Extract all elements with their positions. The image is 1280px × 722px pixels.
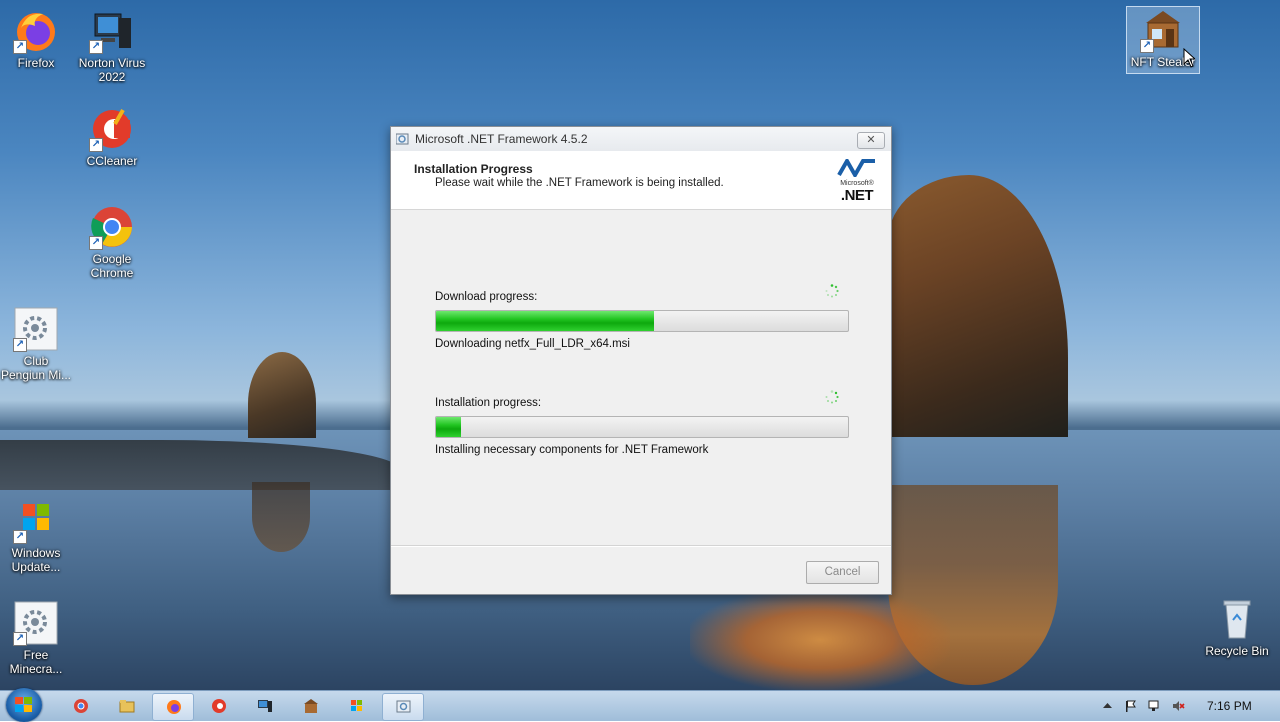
header-subtitle: Please wait while the .NET Framework is …	[435, 177, 724, 189]
taskbar-dotnet-installer[interactable]	[382, 693, 424, 721]
computer-icon: ↗	[89, 8, 135, 54]
desktop-icon-label: Free Minecra...	[9, 648, 63, 676]
shop-icon: ↗	[1140, 7, 1186, 53]
taskbar-ccleaner[interactable]	[198, 693, 238, 719]
computer-icon	[258, 700, 272, 712]
title-bar[interactable]: Microsoft .NET Framework 4.5.2 ✕	[391, 127, 891, 152]
download-progress-bar	[435, 310, 849, 332]
desktop-icon-chrome[interactable]: ↗ Google Chrome	[76, 204, 148, 280]
folder-icon	[119, 700, 135, 713]
show-hidden-icons-icon[interactable]	[1101, 700, 1114, 712]
setup-gear-icon: ↗	[13, 306, 59, 352]
setup-gear-icon: ↗	[13, 600, 59, 646]
installation-progress-fill	[436, 417, 461, 437]
desktop-icon-recycle-bin[interactable]: Recycle Bin	[1201, 596, 1273, 658]
dialog-header: Installation Progress Please wait while …	[391, 151, 891, 210]
shop-icon	[304, 699, 318, 713]
dialog-title: Microsoft .NET Framework 4.5.2	[415, 132, 588, 146]
taskbar-explorer[interactable]	[106, 693, 146, 719]
close-icon: ✕	[866, 134, 876, 146]
desktop-icon-ccleaner[interactable]: ↗ CCleaner	[76, 106, 148, 168]
firefox-icon	[167, 700, 181, 714]
firefox-icon: ↗	[13, 8, 59, 54]
sea-stack-rock	[888, 175, 1068, 437]
dotnet-logo: Microsoft® .NET	[835, 156, 879, 204]
ccleaner-icon	[212, 699, 226, 713]
desktop-icon-firefox[interactable]: ↗ Firefox	[0, 8, 72, 70]
installation-status-text: Installing necessary components for .NET…	[435, 444, 709, 456]
download-status-text: Downloading netfx_Full_LDR_x64.msi	[435, 338, 630, 350]
download-progress-fill	[436, 311, 655, 331]
desktop-icon-norton[interactable]: ↗ Norton Virus 2022	[76, 8, 148, 84]
desktop-icon-label: Norton Virus 2022	[78, 56, 146, 84]
small-rock-reflection	[252, 482, 310, 552]
shortcut-arrow-icon: ↗	[13, 632, 27, 646]
shortcut-arrow-icon: ↗	[89, 236, 103, 250]
taskbar-chrome[interactable]	[60, 693, 100, 719]
small-rock	[248, 352, 316, 438]
desktop-icon-club-pengiun[interactable]: ↗ Club Pengiun Mi...	[0, 306, 72, 382]
cancel-button[interactable]: Cancel	[806, 561, 879, 584]
shortcut-arrow-icon: ↗	[89, 40, 103, 54]
desktop-icon-label: Windows Update...	[11, 546, 61, 574]
taskbar-norton[interactable]	[244, 693, 284, 719]
shortcut-arrow-icon: ↗	[89, 138, 103, 152]
shortcut-arrow-icon: ↗	[13, 40, 27, 54]
desktop-icon-label: Club Pengiun Mi...	[0, 354, 72, 382]
desktop: ↗ Firefox ↗ Norton Virus 2022 ↗ CCleaner…	[0, 0, 1280, 690]
installer-dialog: Microsoft .NET Framework 4.5.2 ✕ Install…	[390, 126, 892, 595]
dotnet-wave-icon	[837, 156, 875, 180]
start-button[interactable]	[6, 688, 42, 722]
taskbar-firefox[interactable]	[152, 693, 194, 721]
header-title: Installation Progress	[414, 162, 533, 176]
windows-logo-icon	[15, 697, 32, 712]
close-button[interactable]: ✕	[857, 132, 885, 149]
recycle-bin-icon	[1214, 596, 1260, 642]
download-progress-label: Download progress:	[435, 291, 538, 303]
network-icon[interactable]	[1148, 700, 1161, 712]
installation-progress-bar	[435, 416, 849, 438]
action-center-flag-icon[interactable]	[1124, 700, 1137, 712]
shortcut-arrow-icon: ↗	[13, 338, 27, 352]
installer-app-icon	[396, 700, 411, 713]
installer-app-icon	[396, 133, 409, 145]
desktop-icon-label: Google Chrome	[90, 252, 134, 280]
shortcut-arrow-icon: ↗	[13, 530, 27, 544]
desktop-icon-label: Firefox	[17, 56, 55, 70]
logo-net-text: .NET	[840, 187, 874, 204]
desktop-icon-label: CCleaner	[86, 154, 138, 168]
taskbar-windows-update[interactable]	[336, 693, 376, 719]
mouse-cursor-icon	[1183, 48, 1195, 68]
chrome-icon	[74, 699, 88, 713]
install-spinner-icon	[825, 390, 839, 404]
desktop-icon-windows-update[interactable]: ↗ Windows Update...	[0, 498, 72, 574]
desktop-icon-label: Recycle Bin	[1205, 644, 1269, 658]
footer-divider	[391, 545, 891, 547]
taskbar: 7:16 PM	[0, 688, 1280, 722]
windows-update-icon: ↗	[13, 498, 59, 544]
desktop-icon-free-minecraft[interactable]: ↗ Free Minecra...	[0, 600, 72, 676]
sunset-reflection	[690, 590, 950, 690]
windows-update-icon	[351, 700, 362, 711]
ccleaner-icon: ↗	[89, 106, 135, 152]
installation-progress-label: Installation progress:	[435, 397, 542, 409]
shortcut-arrow-icon: ↗	[1140, 39, 1154, 53]
taskbar-clock[interactable]: 7:16 PM	[1207, 699, 1252, 713]
taskbar-nft-stealer[interactable]	[290, 693, 330, 719]
download-spinner-icon	[825, 284, 839, 298]
chrome-icon: ↗	[89, 204, 135, 250]
volume-muted-icon[interactable]	[1172, 700, 1185, 712]
